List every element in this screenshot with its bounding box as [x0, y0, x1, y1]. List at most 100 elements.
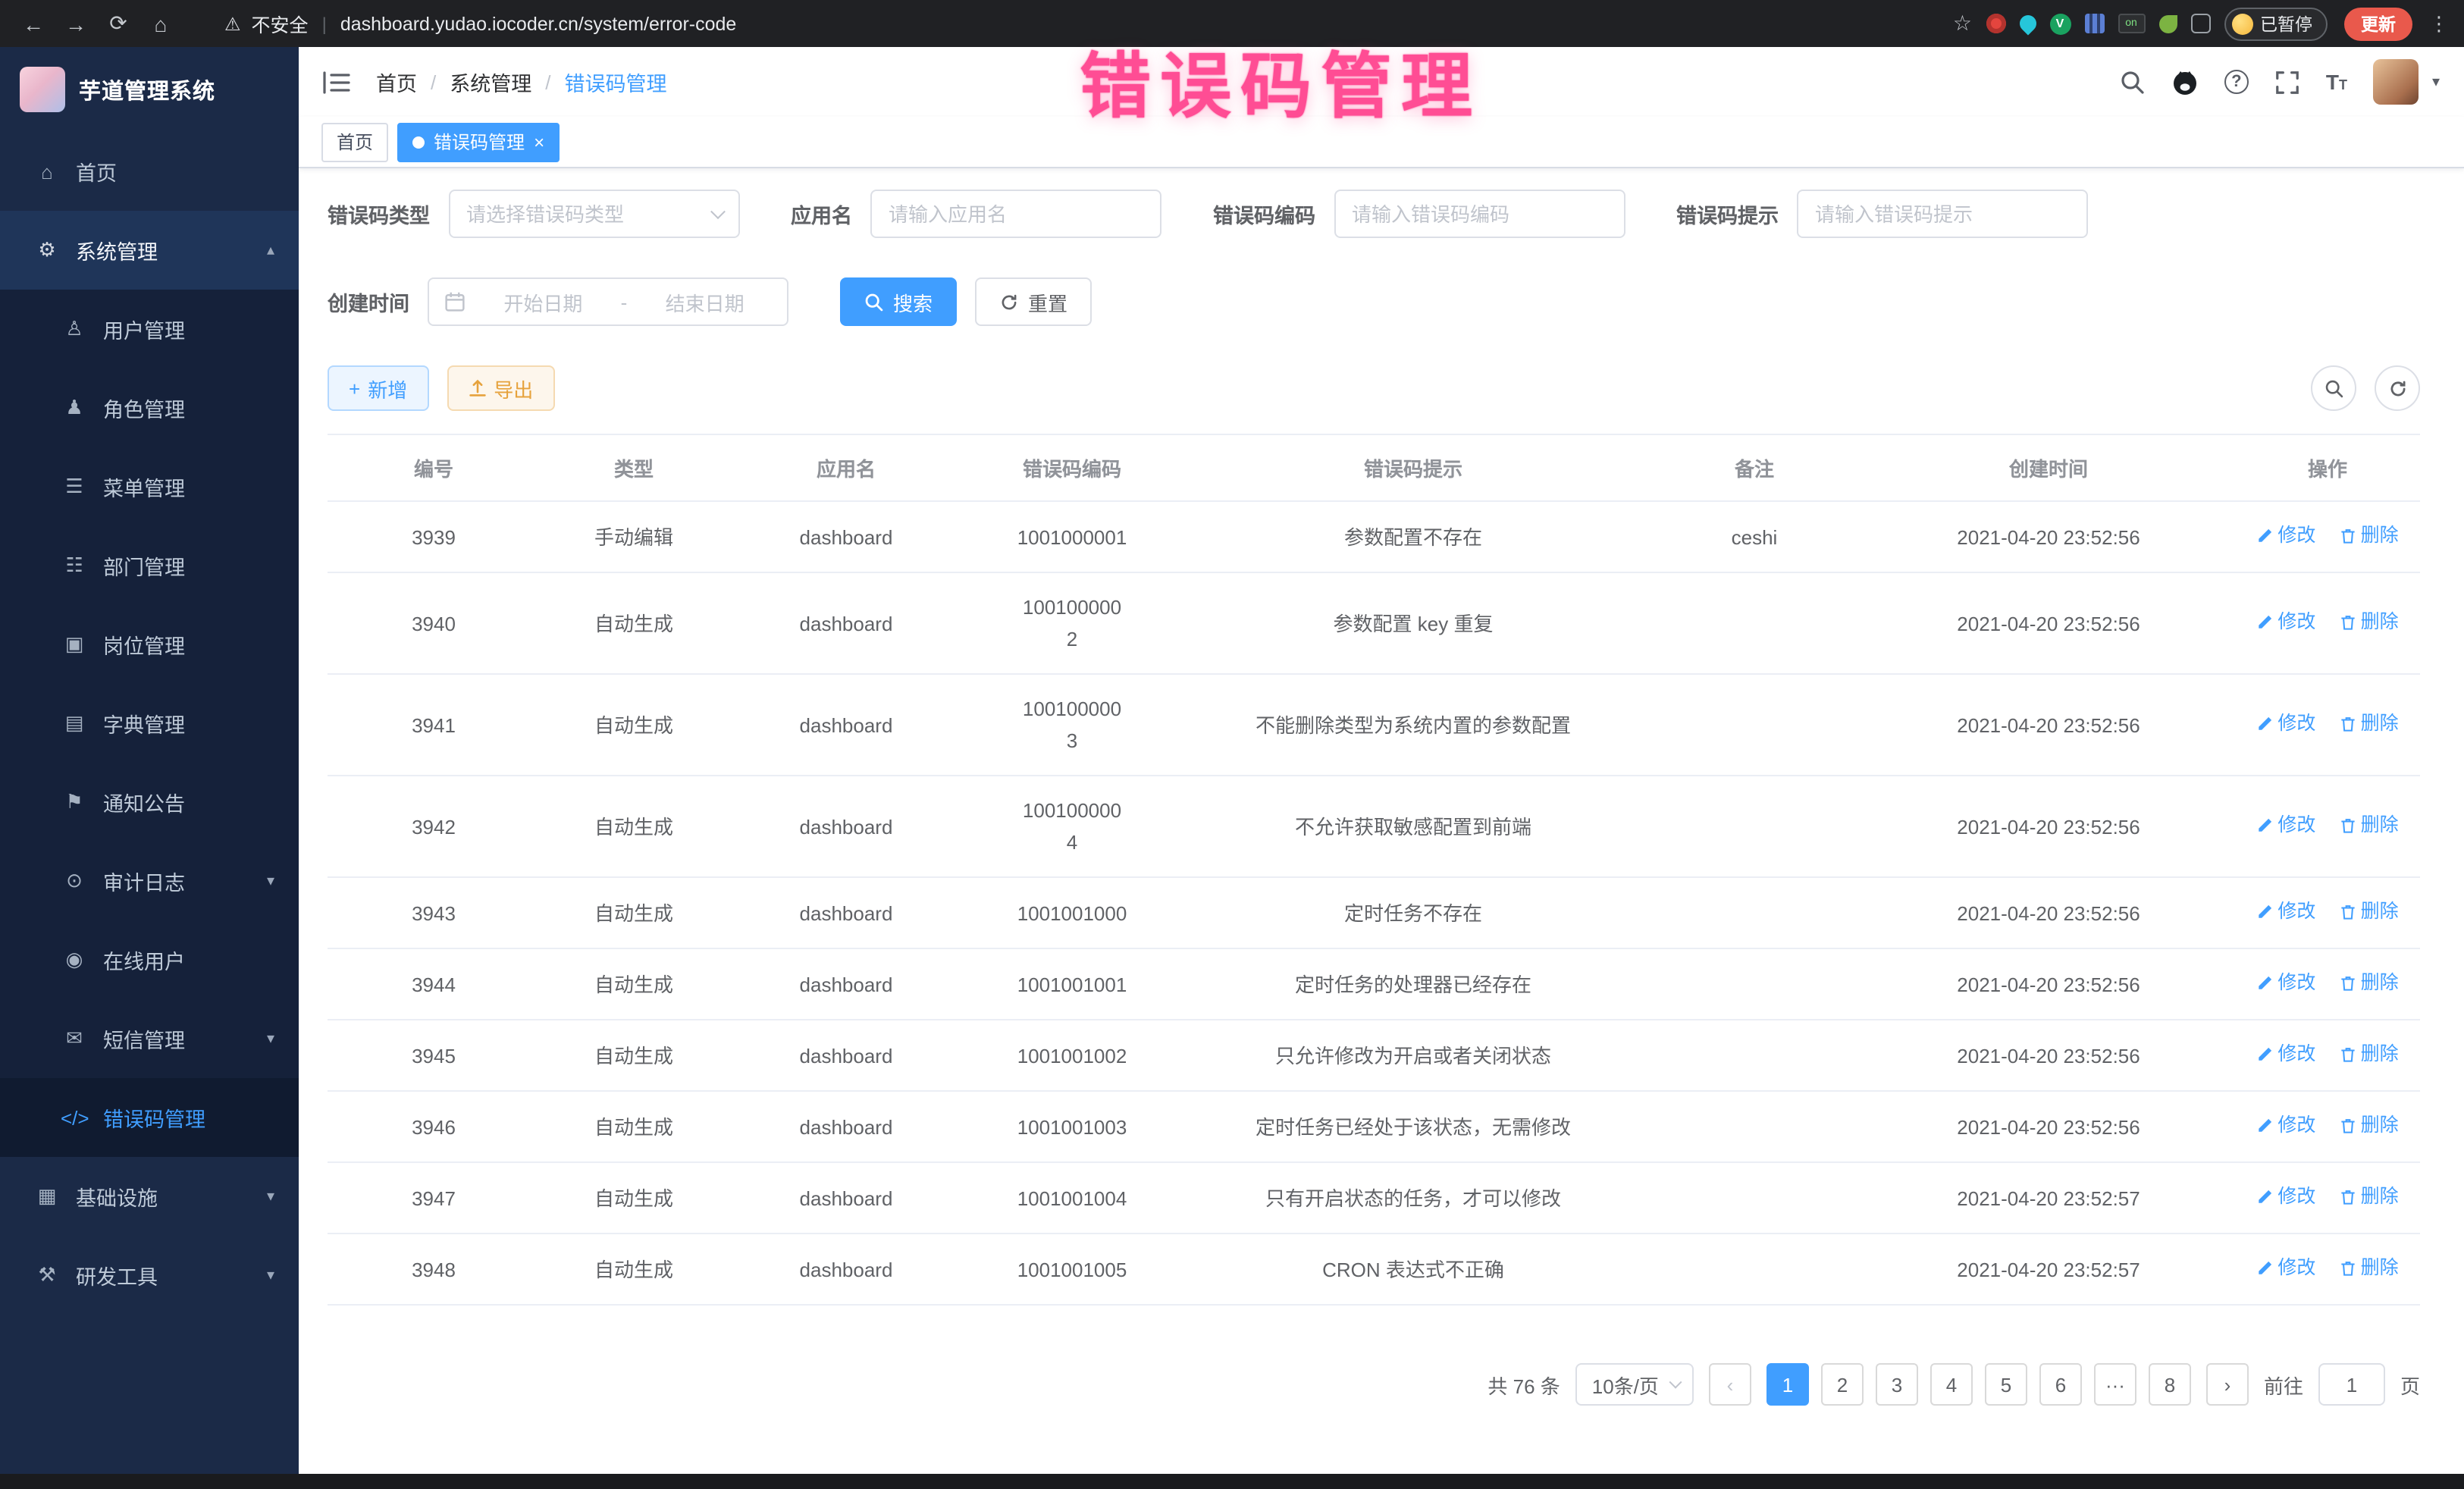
- extension-on-icon[interactable]: on: [2118, 14, 2145, 33]
- page-button[interactable]: 6: [2039, 1363, 2082, 1406]
- edit-link[interactable]: 修改: [2256, 1181, 2315, 1213]
- refresh-table-button[interactable]: [2375, 365, 2420, 411]
- delete-link-label: 删除: [2361, 1181, 2399, 1213]
- error-code-field[interactable]: [1334, 190, 1625, 238]
- error-code-input[interactable]: [1334, 190, 1625, 238]
- delete-link[interactable]: 删除: [2340, 810, 2399, 842]
- bookmark-star-icon[interactable]: ☆: [1953, 11, 1972, 36]
- avatar-caret-icon[interactable]: ▾: [2432, 74, 2440, 90]
- view-tab[interactable]: 错误码管理 ×: [397, 122, 560, 161]
- cell-error-code: 1001001005: [964, 1234, 1180, 1305]
- sidebar-item-dict[interactable]: ▤ 字典管理: [0, 684, 299, 763]
- cell-create-time: 2021-04-20 23:52:56: [1862, 877, 2235, 948]
- sidebar-item-home[interactable]: ⌂ 首页: [0, 132, 299, 211]
- edit-link[interactable]: 修改: [2256, 896, 2315, 928]
- export-button[interactable]: 导出: [447, 365, 554, 411]
- help-icon[interactable]: ?: [2224, 70, 2249, 94]
- page-size-select[interactable]: 10条/页: [1575, 1363, 1694, 1406]
- fullscreen-icon[interactable]: [2274, 69, 2300, 95]
- sidebar-item-audit-log[interactable]: ⊙ 审计日志 ▾: [0, 842, 299, 920]
- search-icon[interactable]: [2120, 69, 2146, 95]
- page-button[interactable]: 4: [1930, 1363, 1973, 1406]
- user-avatar[interactable]: [2373, 59, 2419, 105]
- sidebar-item-role[interactable]: ♟ 角色管理: [0, 368, 299, 447]
- show-search-toggle-button[interactable]: [2311, 365, 2356, 411]
- paused-badge[interactable]: 已暂停: [2224, 7, 2328, 40]
- sidebar-item-error-code[interactable]: </> 错误码管理: [0, 1078, 299, 1157]
- sidebar-collapse-icon[interactable]: [323, 71, 350, 93]
- prev-page-button[interactable]: ‹: [1709, 1363, 1751, 1406]
- address-bar[interactable]: ⚠ 不安全 | dashboard.yudao.iocoder.cn/syste…: [224, 9, 1953, 38]
- delete-link[interactable]: 删除: [2340, 896, 2399, 928]
- edit-link[interactable]: 修改: [2256, 1039, 2315, 1071]
- edit-link[interactable]: 修改: [2256, 1252, 2315, 1284]
- edit-link-label: 修改: [2277, 1181, 2315, 1213]
- column-header: 备注: [1647, 434, 1862, 501]
- font-size-icon[interactable]: TT: [2326, 70, 2347, 94]
- sidebar-item-menu[interactable]: ☰ 菜单管理: [0, 447, 299, 526]
- sidebar-item-dept[interactable]: ☷ 部门管理: [0, 526, 299, 605]
- cell-error-hint: 不允许获取敏感配置到前端: [1180, 776, 1647, 877]
- app-logo[interactable]: 芋道管理系统: [0, 47, 299, 132]
- tab-close-icon[interactable]: ×: [534, 133, 544, 151]
- edit-link[interactable]: 修改: [2256, 520, 2315, 552]
- reset-button[interactable]: 重置: [975, 277, 1092, 326]
- delete-link[interactable]: 删除: [2340, 967, 2399, 999]
- sidebar-item-user[interactable]: ♙ 用户管理: [0, 290, 299, 368]
- page-button[interactable]: 2: [1821, 1363, 1864, 1406]
- sidebar-item-online-user[interactable]: ◉ 在线用户: [0, 920, 299, 999]
- app-name-field[interactable]: [870, 190, 1161, 238]
- delete-link[interactable]: 删除: [2340, 1039, 2399, 1071]
- menu-item-label: 通知公告: [103, 787, 185, 817]
- sidebar-item-infra[interactable]: ▦ 基础设施 ▾: [0, 1157, 299, 1236]
- delete-link[interactable]: 删除: [2340, 1110, 2399, 1142]
- view-tab[interactable]: 首页 ×: [321, 122, 388, 161]
- page-button[interactable]: 8: [2149, 1363, 2191, 1406]
- page-button[interactable]: 5: [1985, 1363, 2027, 1406]
- edit-link[interactable]: 修改: [2256, 708, 2315, 740]
- extensions-puzzle-icon[interactable]: [2190, 14, 2210, 33]
- sidebar-item-system[interactable]: ⚙ 系统管理 ▴: [0, 211, 299, 290]
- sidebar-item-notice[interactable]: ⚑ 通知公告: [0, 763, 299, 842]
- error-type-select[interactable]: [448, 190, 739, 238]
- extension-record-icon[interactable]: [1986, 14, 2005, 33]
- update-button[interactable]: 更新: [2344, 7, 2412, 40]
- delete-link[interactable]: 删除: [2340, 520, 2399, 552]
- add-button[interactable]: + 新增: [328, 365, 428, 411]
- edit-link[interactable]: 修改: [2256, 810, 2315, 842]
- extension-leaf-icon[interactable]: [2158, 14, 2177, 33]
- delete-link[interactable]: 删除: [2340, 708, 2399, 740]
- app-name-input[interactable]: [870, 190, 1161, 238]
- edit-link[interactable]: 修改: [2256, 607, 2315, 638]
- extension-v-icon[interactable]: V: [2049, 13, 2071, 34]
- delete-link[interactable]: 删除: [2340, 1252, 2399, 1284]
- date-range-picker[interactable]: 开始日期 - 结束日期: [428, 277, 788, 326]
- menu-item-icon: ⚙: [33, 238, 61, 262]
- edit-link[interactable]: 修改: [2256, 1110, 2315, 1142]
- next-page-button[interactable]: ›: [2206, 1363, 2249, 1406]
- error-hint-input[interactable]: [1797, 190, 2088, 238]
- sidebar-item-dev-tools[interactable]: ⚒ 研发工具 ▾: [0, 1236, 299, 1315]
- error-hint-field[interactable]: [1797, 190, 2088, 238]
- extension-bars-icon[interactable]: [2084, 14, 2104, 33]
- search-button[interactable]: 搜索: [840, 277, 957, 326]
- browser-menu-icon[interactable]: ⋮: [2429, 11, 2449, 36]
- github-icon[interactable]: [2171, 69, 2199, 95]
- goto-page-input[interactable]: [2318, 1363, 2385, 1406]
- home-button[interactable]: ⌂: [143, 5, 179, 42]
- reload-button[interactable]: ⟳: [100, 5, 136, 42]
- sidebar-item-post[interactable]: ▣ 岗位管理: [0, 605, 299, 684]
- delete-link[interactable]: 删除: [2340, 1181, 2399, 1213]
- page-button[interactable]: ···: [2094, 1363, 2136, 1406]
- back-button[interactable]: ←: [15, 5, 52, 42]
- page-button[interactable]: 3: [1876, 1363, 1918, 1406]
- edit-link[interactable]: 修改: [2256, 967, 2315, 999]
- breadcrumb-system[interactable]: 系统管理: [450, 67, 531, 97]
- sidebar-item-sms[interactable]: ✉ 短信管理 ▾: [0, 999, 299, 1078]
- page-button[interactable]: 1: [1766, 1363, 1809, 1406]
- breadcrumb-home[interactable]: 首页: [376, 67, 417, 97]
- delete-link[interactable]: 删除: [2340, 607, 2399, 638]
- extension-drop-icon[interactable]: [2015, 11, 2039, 35]
- error-type-input[interactable]: [448, 190, 739, 238]
- forward-button[interactable]: →: [58, 5, 94, 42]
